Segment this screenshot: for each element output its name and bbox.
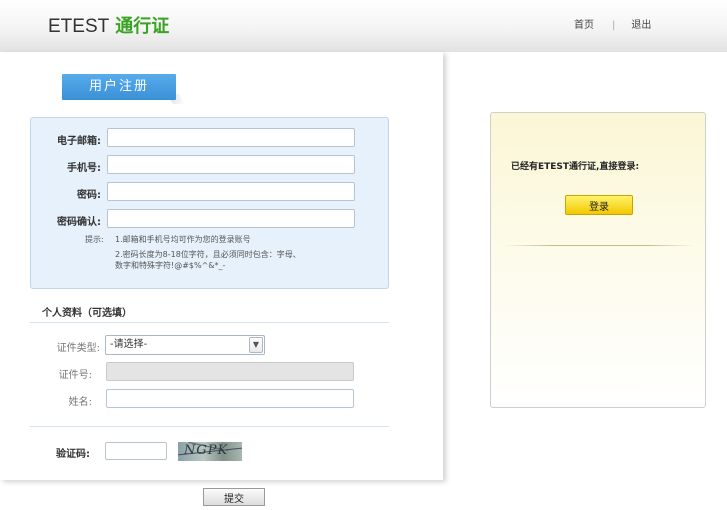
captcha-image[interactable]: NGPK [178, 442, 242, 461]
profile-divider [30, 322, 389, 323]
confirm-password-field[interactable] [107, 209, 355, 228]
email-field[interactable] [107, 128, 355, 147]
top-header: ETEST 通行证 首页 | 退出 [0, 0, 727, 52]
email-label: 电子邮箱: [57, 136, 101, 147]
id-number-field[interactable] [106, 362, 354, 381]
id-number-label: 证件号: [58, 370, 92, 381]
confirm-password-label: 密码确认: [57, 217, 101, 228]
top-nav: 首页 | 退出 [574, 16, 651, 31]
register-content: 用户注册 电子邮箱: 手机号: 密码: 密码确认: 提示: 1.邮箱和手机号均可… [0, 52, 443, 480]
id-type-select[interactable]: -请选择- ▼ [105, 335, 265, 355]
id-type-label: 证件类型: [56, 343, 100, 354]
nav-home-link[interactable]: 首页 [574, 20, 594, 31]
login-button[interactable]: 登录 [565, 195, 633, 215]
hint-prefix: 提示: [85, 235, 104, 244]
id-type-selected-value: -请选择- [110, 339, 148, 350]
password-field[interactable] [107, 182, 355, 201]
login-panel: 已经有ETEST通行证,直接登录: 登录 [490, 112, 706, 408]
phone-field[interactable] [107, 155, 355, 174]
hint-line-2: 2.密码长度为8-18位字符，且必须同时包含：字母、 [115, 250, 301, 259]
password-label: 密码: [77, 190, 101, 201]
name-label: 姓名: [68, 397, 92, 408]
profile-section-title: 个人资料（可选填） [42, 308, 132, 319]
brand-logo: ETEST 通行证 [48, 12, 169, 38]
required-fields-box: 电子邮箱: 手机号: 密码: 密码确认: 提示: 1.邮箱和手机号均可作为您的登… [30, 117, 389, 289]
login-panel-divider [503, 245, 695, 246]
captcha-text: NGPK [184, 443, 229, 458]
hint-line-1: 1.邮箱和手机号均可作为您的登录账号 [115, 235, 251, 244]
name-field[interactable] [106, 389, 354, 408]
login-prompt: 已经有ETEST通行证,直接登录: [511, 162, 640, 172]
phone-label: 手机号: [67, 163, 101, 174]
captcha-input[interactable] [105, 442, 167, 460]
register-tab-title: 用户注册 [62, 74, 176, 100]
nav-logout-link[interactable]: 退出 [631, 20, 651, 31]
nav-separator: | [612, 20, 616, 31]
captcha-label: 验证码: [56, 449, 90, 460]
captcha-divider [30, 426, 389, 427]
chevron-down-icon[interactable]: ▼ [249, 337, 263, 353]
brand-pass-label: 通行证 [115, 16, 170, 37]
hint-line-3: 数字和特殊字符!@#$%^&*_- [115, 261, 226, 270]
submit-button[interactable]: 提交 [203, 488, 265, 506]
brand-name: ETEST [48, 16, 110, 37]
